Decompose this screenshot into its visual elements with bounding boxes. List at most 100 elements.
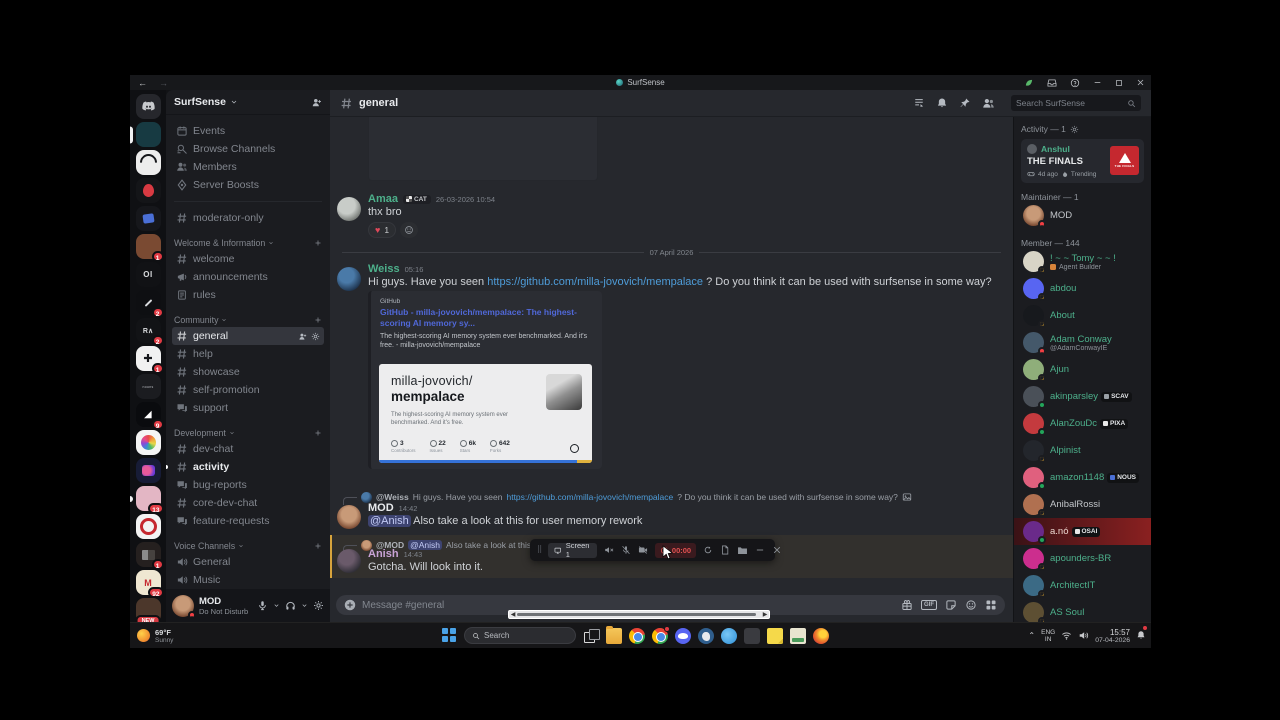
- attach-plus-icon[interactable]: [344, 599, 356, 611]
- member-row[interactable]: ArchitectIT: [1021, 572, 1144, 599]
- channel-item[interactable]: general: [172, 327, 324, 345]
- start-button[interactable]: [442, 628, 457, 643]
- maximize-button[interactable]: [1115, 79, 1123, 87]
- channel-item[interactable]: dev-chat: [172, 440, 324, 458]
- wifi-icon[interactable]: [1061, 630, 1072, 641]
- member-row[interactable]: AlanZouDc PIXA: [1021, 410, 1144, 437]
- message-author[interactable]: Anish: [368, 548, 399, 560]
- category-development[interactable]: Development: [174, 428, 322, 438]
- speaker-muted-icon[interactable]: [604, 545, 614, 555]
- member-row[interactable]: akinparsley SCAV: [1021, 383, 1144, 410]
- reaction-heart[interactable]: ♥1: [368, 222, 396, 238]
- clock[interactable]: 15:57 07-04-2026: [1095, 628, 1130, 644]
- message-author[interactable]: Weiss: [368, 263, 400, 275]
- taskbar-search-input[interactable]: [484, 631, 568, 640]
- category-welcome-information[interactable]: Welcome & Information: [174, 238, 322, 248]
- notifications-bell-icon[interactable]: [936, 97, 948, 109]
- threads-icon[interactable]: [913, 97, 925, 109]
- member-row[interactable]: amazon1148 NOUS: [1021, 464, 1144, 491]
- taskbar-app-icon[interactable]: [583, 628, 599, 644]
- camera-off-icon[interactable]: [638, 545, 648, 555]
- channel-item-moderator-only[interactable]: moderator-only: [172, 209, 324, 227]
- channel-item[interactable]: activity: [172, 458, 324, 476]
- taskbar-app-icon[interactable]: [629, 628, 645, 644]
- scroll-right-arrow[interactable]: ▶: [761, 611, 769, 618]
- screen-select-button[interactable]: Screen 1: [548, 543, 597, 558]
- sidebar-nav-item[interactable]: Browse Channels: [172, 140, 324, 158]
- server-icon[interactable]: 1: [136, 542, 161, 567]
- user-info[interactable]: MOD Do Not Disturb: [199, 596, 252, 616]
- channel-item[interactable]: self-promotion: [172, 381, 324, 399]
- member-row[interactable]: abdou: [1021, 275, 1144, 302]
- language-indicator[interactable]: ENG IN: [1041, 629, 1055, 643]
- channel-item[interactable]: welcome: [172, 250, 324, 268]
- server-icon[interactable]: [136, 514, 161, 539]
- invite-people-icon[interactable]: [311, 97, 322, 108]
- server-icon[interactable]: 13: [136, 486, 161, 511]
- server-icon[interactable]: [136, 178, 161, 203]
- taskbar-app-icon[interactable]: [721, 628, 737, 644]
- reply-context[interactable]: @Weiss Hi guys. Have you seen https://gi…: [330, 489, 970, 505]
- server-icon[interactable]: [136, 206, 161, 231]
- close-toolbar-icon[interactable]: [772, 545, 782, 555]
- server-icon[interactable]: [136, 122, 161, 147]
- tray-expand-icon[interactable]: ⌃: [1028, 631, 1035, 640]
- minimize-button[interactable]: [1093, 78, 1102, 87]
- create-channel-icon[interactable]: [314, 239, 322, 247]
- member-row[interactable]: Adam Conway @AdamConwayIE: [1021, 329, 1144, 356]
- member-row[interactable]: About: [1021, 302, 1144, 329]
- channel-item[interactable]: bug-reports: [172, 476, 324, 494]
- category-community[interactable]: Community: [174, 315, 322, 325]
- gift-icon[interactable]: [901, 599, 913, 611]
- member-row[interactable]: ! ~ ~ Tomy ~ ~ ! Agent Builder: [1021, 248, 1144, 275]
- activity-card[interactable]: Anshul THE FINALS 4d ago Trending THE FI…: [1021, 139, 1144, 183]
- help-icon[interactable]: [1070, 78, 1080, 88]
- apps-icon[interactable]: [985, 599, 997, 611]
- taskbar-app-icon[interactable]: [767, 628, 783, 644]
- volume-icon[interactable]: [1078, 630, 1089, 641]
- server-icon[interactable]: OI: [136, 262, 161, 287]
- restart-recording-icon[interactable]: [703, 545, 713, 555]
- scrollbar-thumb[interactable]: [517, 613, 756, 616]
- weather-widget[interactable]: 69°F Sunny: [137, 628, 173, 644]
- create-channel-icon[interactable]: [314, 429, 322, 437]
- avatar[interactable]: [337, 267, 361, 291]
- taskbar-search[interactable]: [464, 627, 576, 644]
- server-icon[interactable]: R∧ 2: [136, 318, 161, 343]
- github-preview-card[interactable]: milla-jovovich/ mempalace The highest-sc…: [379, 364, 592, 463]
- server-icon[interactable]: NEW: [136, 598, 161, 622]
- github-link[interactable]: https://github.com/milla-jovovich/mempal…: [487, 276, 703, 288]
- user-mention[interactable]: @Anish: [368, 515, 411, 527]
- sidebar-nav-item[interactable]: Server Boosts: [172, 176, 324, 194]
- avatar[interactable]: [337, 549, 361, 573]
- server-icon[interactable]: [136, 94, 161, 119]
- server-icon[interactable]: [136, 430, 161, 455]
- headphones-icon[interactable]: [285, 600, 296, 611]
- message-input[interactable]: [362, 600, 895, 611]
- server-header[interactable]: SurfSense: [166, 90, 330, 115]
- server-icon[interactable]: nouns: [136, 374, 161, 399]
- emoji-icon[interactable]: [965, 599, 977, 611]
- channel-item[interactable]: rules: [172, 286, 324, 304]
- avatar[interactable]: [172, 595, 194, 617]
- member-row[interactable]: AnibalRossi: [1021, 491, 1144, 518]
- settings-gear-icon[interactable]: [313, 600, 324, 611]
- member-row[interactable]: AS Soul: [1021, 599, 1144, 622]
- close-button[interactable]: [1136, 78, 1145, 87]
- taskbar-app-icon[interactable]: [675, 628, 691, 644]
- pinned-messages-icon[interactable]: [959, 97, 971, 109]
- channel-item[interactable]: feature-requests: [172, 512, 324, 530]
- member-list-icon[interactable]: [982, 97, 995, 110]
- channel-item[interactable]: core-dev-chat: [172, 494, 324, 512]
- category-voice-channels[interactable]: Voice Channels: [174, 541, 322, 551]
- create-channel-icon[interactable]: [314, 316, 322, 324]
- channel-item[interactable]: help: [172, 345, 324, 363]
- create-channel-icon[interactable]: [314, 542, 322, 550]
- notifications-icon[interactable]: [1136, 627, 1146, 645]
- taskbar-app-icon[interactable]: [744, 628, 760, 644]
- folder-icon[interactable]: [737, 545, 748, 556]
- channel-item[interactable]: support: [172, 399, 324, 417]
- server-icon[interactable]: 2: [136, 290, 161, 315]
- avatar[interactable]: [337, 197, 361, 221]
- edit-channel-gear-icon[interactable]: [311, 332, 320, 341]
